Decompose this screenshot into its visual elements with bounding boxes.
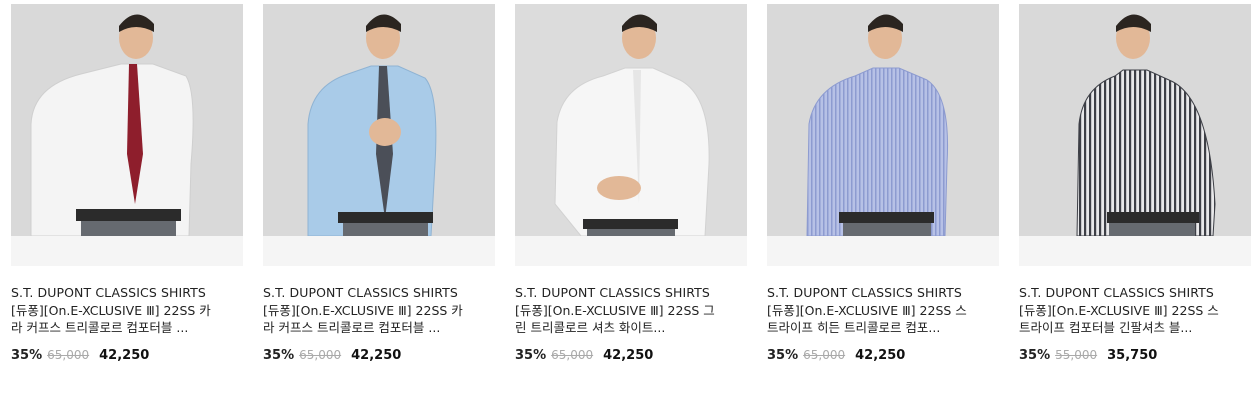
price-row: 35% 65,000 42,250: [767, 348, 999, 363]
product-brand[interactable]: S.T. DUPONT CLASSICS SHIRTS: [263, 285, 495, 301]
product-name-line[interactable]: 라 커프스 트리콜로르 컴포터블 ...: [263, 319, 495, 336]
product-brand[interactable]: S.T. DUPONT CLASSICS SHIRTS: [11, 285, 243, 301]
sale-price: 42,250: [603, 348, 654, 363]
product-image[interactable]: [1019, 4, 1251, 236]
product-name-line[interactable]: [듀퐁][On.E-XCLUSIVE Ⅲ] 22SS 그: [515, 302, 747, 319]
product-image[interactable]: [263, 4, 495, 236]
product-image[interactable]: [767, 4, 999, 236]
product-thumbnail[interactable]: [263, 4, 495, 266]
original-price: 65,000: [47, 348, 90, 362]
price-row: 35% 65,000 42,250: [515, 348, 747, 363]
sale-price: 42,250: [351, 348, 402, 363]
original-price: 65,000: [551, 348, 594, 362]
product-name[interactable]: [듀퐁][On.E-XCLUSIVE Ⅲ] 22SS 그 린 트리콜로르 셔츠 …: [515, 302, 747, 336]
sale-price: 42,250: [99, 348, 150, 363]
original-price: 55,000: [1055, 348, 1098, 362]
product-name-line[interactable]: [듀퐁][On.E-XCLUSIVE Ⅲ] 22SS 스: [767, 302, 999, 319]
original-price: 65,000: [803, 348, 846, 362]
original-price: 65,000: [299, 348, 342, 362]
product-card[interactable]: S.T. DUPONT CLASSICS SHIRTS [듀퐁][On.E-XC…: [767, 4, 999, 363]
price-row: 35% 65,000 42,250: [11, 348, 243, 363]
sale-price: 42,250: [855, 348, 906, 363]
model-shirt-illustration: [767, 4, 999, 236]
product-thumbnail[interactable]: [11, 4, 243, 266]
model-shirt-illustration: [1019, 4, 1251, 236]
discount-rate: 35%: [767, 348, 799, 363]
product-brand[interactable]: S.T. DUPONT CLASSICS SHIRTS: [1019, 285, 1251, 301]
product-name-line[interactable]: [듀퐁][On.E-XCLUSIVE Ⅲ] 22SS 카: [11, 302, 243, 319]
discount-rate: 35%: [11, 348, 43, 363]
model-shirt-illustration: [263, 4, 495, 236]
product-card[interactable]: S.T. DUPONT CLASSICS SHIRTS [듀퐁][On.E-XC…: [11, 4, 243, 363]
product-thumbnail[interactable]: [767, 4, 999, 266]
product-image[interactable]: [515, 4, 747, 236]
product-name-line[interactable]: 린 트리콜로르 셔츠 화이트...: [515, 319, 747, 336]
discount-rate: 35%: [515, 348, 547, 363]
product-name[interactable]: [듀퐁][On.E-XCLUSIVE Ⅲ] 22SS 카 라 커프스 트리콜로르…: [11, 302, 243, 336]
price-row: 35% 65,000 42,250: [263, 348, 495, 363]
product-thumbnail[interactable]: [515, 4, 747, 266]
product-name[interactable]: [듀퐁][On.E-XCLUSIVE Ⅲ] 22SS 스 트라이프 히든 트리콜…: [767, 302, 999, 336]
product-name-line[interactable]: [듀퐁][On.E-XCLUSIVE Ⅲ] 22SS 스: [1019, 302, 1251, 319]
product-image[interactable]: [11, 4, 243, 236]
product-grid: S.T. DUPONT CLASSICS SHIRTS [듀퐁][On.E-XC…: [11, 4, 1251, 363]
product-brand[interactable]: S.T. DUPONT CLASSICS SHIRTS: [767, 285, 999, 301]
product-name-line[interactable]: 라 커프스 트리콜로르 컴포터블 ...: [11, 319, 243, 336]
product-thumbnail[interactable]: [1019, 4, 1251, 266]
model-shirt-illustration: [515, 4, 747, 236]
product-name[interactable]: [듀퐁][On.E-XCLUSIVE Ⅲ] 22SS 카 라 커프스 트리콜로르…: [263, 302, 495, 336]
product-name-line[interactable]: 트라이프 히든 트리콜로르 컴포...: [767, 319, 999, 336]
price-row: 35% 55,000 35,750: [1019, 348, 1251, 363]
product-name-line[interactable]: [듀퐁][On.E-XCLUSIVE Ⅲ] 22SS 카: [263, 302, 495, 319]
discount-rate: 35%: [1019, 348, 1051, 363]
product-brand[interactable]: S.T. DUPONT CLASSICS SHIRTS: [515, 285, 747, 301]
product-name-line[interactable]: 트라이프 컴포터블 긴팔셔츠 블...: [1019, 319, 1251, 336]
product-card[interactable]: S.T. DUPONT CLASSICS SHIRTS [듀퐁][On.E-XC…: [1019, 4, 1251, 363]
product-name[interactable]: [듀퐁][On.E-XCLUSIVE Ⅲ] 22SS 스 트라이프 컴포터블 긴…: [1019, 302, 1251, 336]
model-shirt-illustration: [11, 4, 243, 236]
product-card[interactable]: S.T. DUPONT CLASSICS SHIRTS [듀퐁][On.E-XC…: [263, 4, 495, 363]
discount-rate: 35%: [263, 348, 295, 363]
sale-price: 35,750: [1107, 348, 1158, 363]
product-card[interactable]: S.T. DUPONT CLASSICS SHIRTS [듀퐁][On.E-XC…: [515, 4, 747, 363]
